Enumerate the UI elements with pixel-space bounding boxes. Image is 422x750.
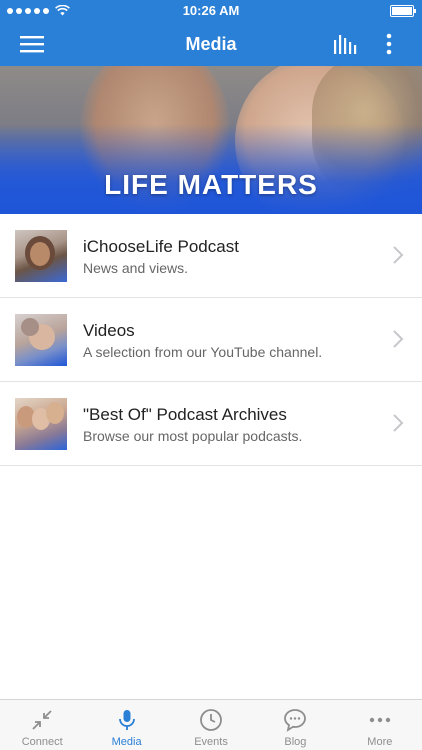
hero-title: LIFE MATTERS bbox=[104, 169, 318, 200]
hero-banner[interactable]: LIFE MATTERS bbox=[0, 66, 422, 214]
podcast-thumbnail bbox=[15, 230, 67, 282]
list-item-title: Videos bbox=[83, 321, 135, 340]
more-dots-icon bbox=[369, 717, 391, 723]
tab-label: Connect bbox=[21, 736, 63, 748]
tab-label: Media bbox=[111, 736, 142, 748]
tab-blog[interactable]: Blog bbox=[253, 700, 337, 750]
chevron-right-icon bbox=[393, 246, 404, 264]
list-item-subtitle: News and views. bbox=[83, 260, 189, 276]
tab-more[interactable]: More bbox=[338, 700, 422, 750]
status-bar: 10:26 AM bbox=[0, 0, 422, 22]
videos-thumbnail bbox=[15, 314, 67, 366]
media-list: iChooseLife Podcast News and views. Vide… bbox=[0, 214, 422, 466]
tab-connect[interactable]: Connect bbox=[0, 700, 84, 750]
tab-media[interactable]: Media bbox=[84, 700, 168, 750]
list-item-title: "Best Of" Podcast Archives bbox=[83, 405, 287, 424]
chevron-right-icon bbox=[393, 414, 404, 432]
chevron-right-icon bbox=[393, 330, 404, 348]
tab-label: Blog bbox=[284, 736, 307, 748]
battery-icon bbox=[390, 5, 416, 17]
list-item-title: iChooseLife Podcast bbox=[83, 237, 239, 256]
list-item-subtitle: Browse our most popular podcasts. bbox=[83, 428, 303, 444]
speech-bubble-icon bbox=[284, 709, 307, 732]
nav-bar: Media bbox=[0, 22, 422, 66]
tab-label: More bbox=[367, 736, 393, 748]
compress-arrows-icon bbox=[32, 710, 52, 730]
status-time: 10:26 AM bbox=[182, 3, 240, 18]
microphone-icon bbox=[118, 710, 135, 730]
list-item-best-of-archives[interactable]: "Best Of" Podcast Archives Browse our mo… bbox=[0, 382, 422, 466]
list-item-videos[interactable]: Videos A selection from our YouTube chan… bbox=[0, 298, 422, 382]
tab-label: Events bbox=[194, 736, 228, 748]
list-item-subtitle: A selection from our YouTube channel. bbox=[83, 344, 323, 360]
audio-bars-icon[interactable] bbox=[323, 22, 367, 66]
tab-bar: Connect Media Events Blog More bbox=[0, 699, 422, 750]
archives-thumbnail bbox=[15, 398, 67, 450]
clock-icon bbox=[200, 709, 222, 731]
tab-events[interactable]: Events bbox=[169, 700, 253, 750]
more-vertical-icon[interactable] bbox=[367, 22, 411, 66]
list-item-podcast[interactable]: iChooseLife Podcast News and views. bbox=[0, 214, 422, 298]
